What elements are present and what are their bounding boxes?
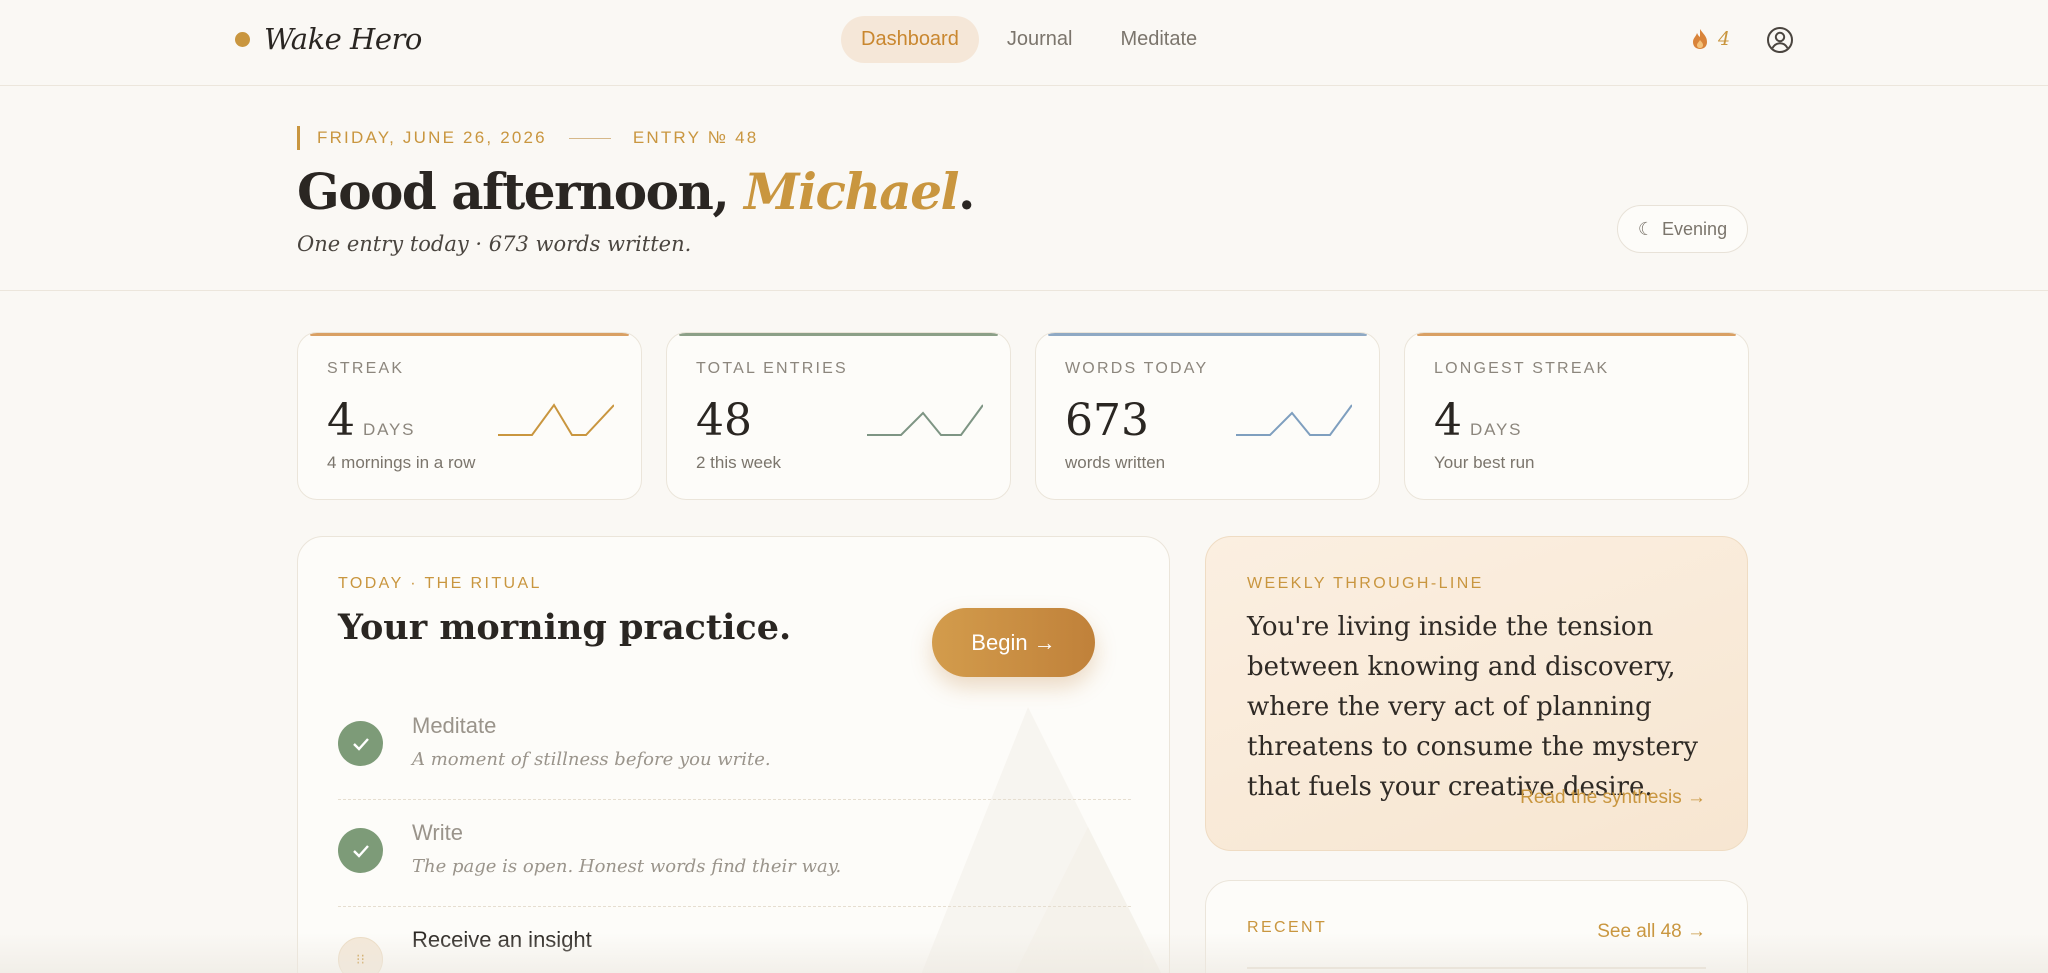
brand-dot-icon xyxy=(235,31,250,47)
eyebrow-accent-bar xyxy=(297,126,300,150)
read-synthesis-link[interactable]: Read the synthesis → xyxy=(1520,787,1706,809)
stat-label: STREAK xyxy=(327,360,405,377)
stat-subtext: 4 mornings in a row xyxy=(327,453,476,472)
stat-accent-bar xyxy=(1417,333,1736,336)
see-all-entries-link[interactable]: See all 48 → xyxy=(1597,921,1706,943)
ritual-card: TODAY · THE RITUAL Your morning practice… xyxy=(297,536,1170,973)
stat-label: LONGEST STREAK xyxy=(1434,360,1610,377)
check-icon xyxy=(338,721,383,766)
stat-accent-bar xyxy=(679,333,998,336)
step-title: Write xyxy=(412,820,463,845)
stat-number: 673 xyxy=(1065,395,1149,446)
user-circle-icon[interactable] xyxy=(1766,26,1794,54)
stat-unit: DAYS xyxy=(363,420,416,439)
greeting-subline: One entry today · 673 words written. xyxy=(297,232,692,256)
streak-badge[interactable]: 4 xyxy=(1690,28,1730,50)
stat-number: 4 xyxy=(1434,395,1462,446)
sparkline-icon xyxy=(867,404,983,436)
moon-icon: ☾ xyxy=(1637,218,1655,239)
step-description: A moment of stillness before you write. xyxy=(412,749,771,770)
stat-card-total-entries: TOTAL ENTRIES 48 2 this week xyxy=(666,332,1011,500)
greeting-name: Michael xyxy=(744,162,959,221)
hero-entry-number: ENTRY № 48 xyxy=(632,128,759,147)
ritual-title: Your morning practice. xyxy=(338,607,792,648)
nav-tab-meditate[interactable]: Meditate xyxy=(1100,16,1217,63)
stat-card-longest-streak: LONGEST STREAK 4 DAYS Your best run xyxy=(1404,332,1749,500)
main-nav: Dashboard Journal Meditate xyxy=(841,16,1217,63)
flame-icon xyxy=(1693,29,1707,49)
greeting-prefix: Good afternoon, xyxy=(297,162,745,221)
brand[interactable]: Wake Hero xyxy=(235,22,422,56)
nav-tab-journal[interactable]: Journal xyxy=(987,16,1093,63)
hero-eyebrow: FRIDAY, JUNE 26, 2026 ENTRY № 48 xyxy=(297,126,758,150)
stat-number: 48 xyxy=(696,395,752,446)
top-nav: Wake Hero Dashboard Journal Meditate 4 xyxy=(0,0,2048,86)
ritual-steps: Meditate A moment of stillness before yo… xyxy=(338,693,1131,973)
stat-value-group: 4 DAYS xyxy=(327,395,415,446)
stat-value-group: 673 xyxy=(1065,395,1149,446)
stat-number: 4 xyxy=(327,395,355,446)
recent-eyebrow: RECENT xyxy=(1247,919,1328,936)
begin-button[interactable]: Begin → xyxy=(932,608,1095,677)
check-icon xyxy=(338,828,383,873)
weekly-synthesis-card: WEEKLY THROUGH-LINE You're living inside… xyxy=(1205,536,1748,851)
brand-name: Wake Hero xyxy=(264,22,422,56)
ritual-eyebrow: TODAY · THE RITUAL xyxy=(338,575,542,592)
eyebrow-divider xyxy=(568,137,611,139)
ritual-step-insight[interactable]: ⁝⁝ Receive an insight xyxy=(338,907,1131,973)
step-title: Receive an insight xyxy=(412,927,592,952)
stat-value-group: 48 xyxy=(696,395,752,446)
step-title: Meditate xyxy=(412,713,497,738)
stat-unit: DAYS xyxy=(1470,420,1523,439)
stat-card-streak: STREAK 4 DAYS 4 mornings in a row xyxy=(297,332,642,500)
stats-row: STREAK 4 DAYS 4 mornings in a row TOTAL … xyxy=(297,332,1749,500)
synthesis-quote: You're living inside the tension between… xyxy=(1247,612,1698,802)
mode-label: Evening xyxy=(1662,218,1728,239)
pending-dots-icon: ⁝⁝ xyxy=(338,937,383,973)
stat-value-group: 4 DAYS xyxy=(1434,395,1522,446)
stat-label: TOTAL ENTRIES xyxy=(696,360,848,377)
stat-accent-bar xyxy=(1048,333,1367,336)
stat-subtext: 2 this week xyxy=(696,453,782,472)
synthesis-eyebrow: WEEKLY THROUGH-LINE xyxy=(1247,575,1484,592)
hero-date: FRIDAY, JUNE 26, 2026 xyxy=(317,128,547,147)
stat-subtext: Your best run xyxy=(1434,453,1535,472)
ritual-step-write[interactable]: Write The page is open. Honest words fin… xyxy=(338,800,1131,907)
nav-tab-dashboard[interactable]: Dashboard xyxy=(841,16,979,63)
hero-section: FRIDAY, JUNE 26, 2026 ENTRY № 48 Good af… xyxy=(0,86,2048,291)
ritual-step-meditate[interactable]: Meditate A moment of stillness before yo… xyxy=(338,693,1131,800)
sparkline-icon xyxy=(1236,404,1352,436)
recent-entries-card: RECENT See all 48 → xyxy=(1205,880,1748,973)
stat-card-words-today: WORDS TODAY 673 words written xyxy=(1035,332,1380,500)
step-description: The page is open. Honest words find thei… xyxy=(412,856,842,877)
greeting-suffix: . xyxy=(958,162,975,221)
streak-count: 4 xyxy=(1718,28,1731,50)
recent-divider xyxy=(1247,967,1706,969)
stat-subtext: words written xyxy=(1065,453,1166,472)
greeting-heading: Good afternoon, Michael. xyxy=(297,162,975,221)
stat-accent-bar xyxy=(310,333,629,336)
evening-mode-toggle[interactable]: ☾ Evening xyxy=(1617,205,1748,253)
stat-label: WORDS TODAY xyxy=(1065,360,1209,377)
sparkline-icon xyxy=(498,403,614,436)
